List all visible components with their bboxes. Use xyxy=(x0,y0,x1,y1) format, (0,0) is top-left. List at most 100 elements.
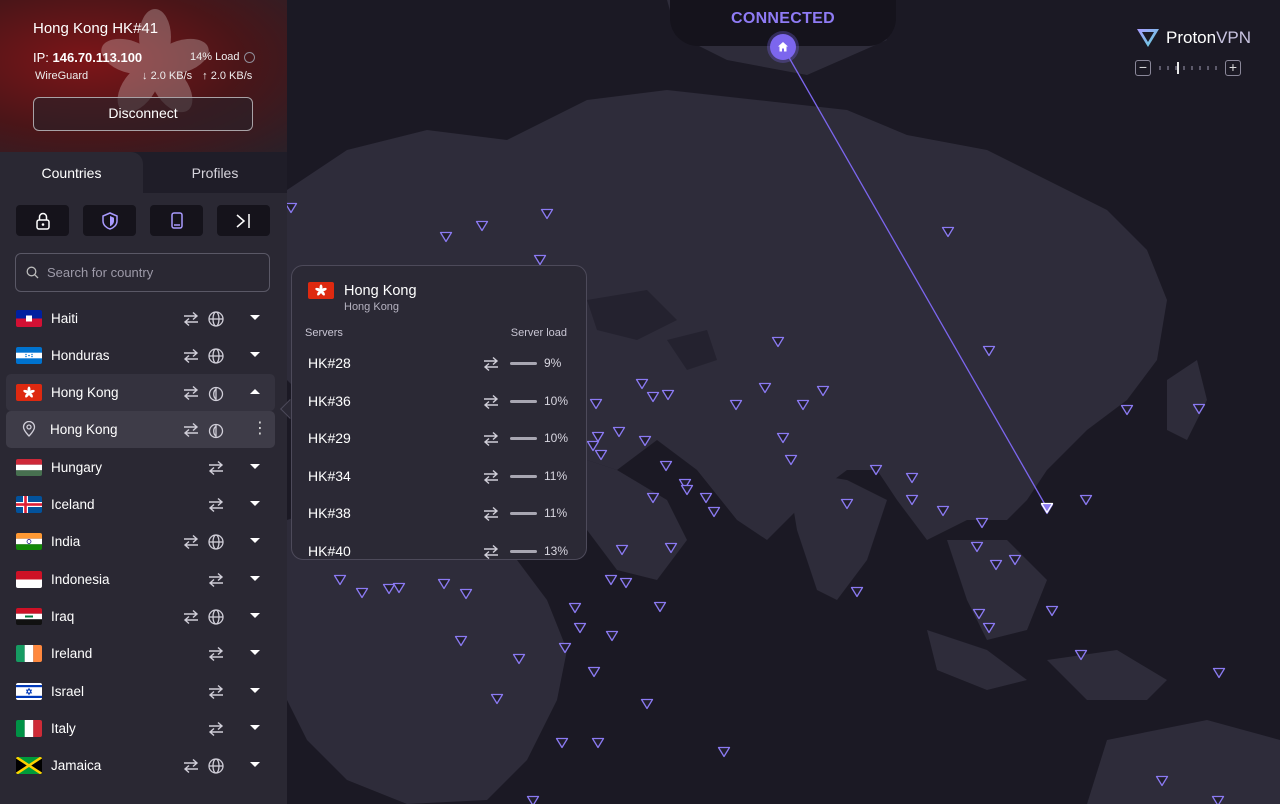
server-row[interactable]: HK#38 11% xyxy=(292,495,586,532)
server-marker[interactable] xyxy=(1074,649,1088,661)
tab-profiles[interactable]: Profiles xyxy=(143,165,287,181)
server-marker[interactable] xyxy=(972,608,986,620)
server-marker[interactable] xyxy=(729,399,743,411)
server-marker[interactable] xyxy=(568,602,582,614)
server-marker[interactable] xyxy=(604,574,618,586)
server-marker[interactable] xyxy=(659,460,673,472)
server-row[interactable]: HK#40 13% xyxy=(292,533,586,560)
chevron-down-icon[interactable] xyxy=(250,501,260,506)
server-marker[interactable] xyxy=(776,432,790,444)
search-input[interactable] xyxy=(47,265,247,280)
server-marker[interactable] xyxy=(1008,554,1022,566)
chevron-down-icon[interactable] xyxy=(250,352,260,357)
server-marker[interactable] xyxy=(573,622,587,634)
server-marker[interactable] xyxy=(540,208,554,220)
server-marker[interactable] xyxy=(555,737,569,749)
server-marker[interactable] xyxy=(589,398,603,410)
connect-switch[interactable] xyxy=(482,543,500,560)
server-marker[interactable] xyxy=(454,635,468,647)
chevron-up-icon[interactable] xyxy=(250,389,260,394)
server-marker[interactable] xyxy=(392,582,406,594)
chevron-down-icon[interactable] xyxy=(250,576,260,581)
server-marker[interactable] xyxy=(982,622,996,634)
zoom-track[interactable] xyxy=(1159,66,1217,70)
server-marker[interactable] xyxy=(638,435,652,447)
server-marker[interactable] xyxy=(512,653,526,665)
zoom-in-button[interactable]: + xyxy=(1225,60,1241,76)
chevron-down-icon[interactable] xyxy=(250,613,260,618)
secure-core-button[interactable] xyxy=(16,205,69,236)
kill-switch-button[interactable] xyxy=(150,205,203,236)
server-marker[interactable] xyxy=(287,202,298,214)
tab-countries[interactable]: Countries xyxy=(0,165,143,181)
country-item-indonesia[interactable]: Indonesia xyxy=(6,561,275,598)
server-marker[interactable] xyxy=(840,498,854,510)
port-forwarding-button[interactable] xyxy=(217,205,270,236)
server-marker[interactable] xyxy=(680,484,694,496)
server-marker[interactable] xyxy=(459,588,473,600)
server-marker[interactable] xyxy=(1155,775,1169,787)
server-marker[interactable] xyxy=(591,737,605,749)
server-marker[interactable] xyxy=(707,506,721,518)
server-marker[interactable] xyxy=(771,336,785,348)
server-marker[interactable] xyxy=(439,231,453,243)
server-row[interactable]: HK#34 11% xyxy=(292,458,586,495)
connect-switch[interactable] xyxy=(182,421,200,439)
server-marker[interactable] xyxy=(619,577,633,589)
server-marker[interactable] xyxy=(975,517,989,529)
connect-switch[interactable] xyxy=(482,393,500,416)
server-marker[interactable] xyxy=(699,492,713,504)
chevron-down-icon[interactable] xyxy=(250,464,260,469)
server-marker[interactable] xyxy=(558,642,572,654)
server-marker[interactable] xyxy=(594,449,608,461)
country-item-haiti[interactable]: Haiti xyxy=(6,300,275,337)
server-marker[interactable] xyxy=(982,345,996,357)
server-marker[interactable] xyxy=(1120,404,1134,416)
country-item-honduras[interactable]: Honduras xyxy=(6,337,275,374)
chevron-down-icon[interactable] xyxy=(250,725,260,730)
server-marker[interactable] xyxy=(490,693,504,705)
home-location-pin[interactable] xyxy=(770,34,796,60)
server-marker[interactable] xyxy=(653,601,667,613)
server-marker[interactable] xyxy=(587,666,601,678)
server-marker[interactable] xyxy=(1192,403,1206,415)
city-item-hong-kong[interactable]: Hong Kong ⋮ xyxy=(6,411,275,448)
connect-switch[interactable] xyxy=(482,505,500,528)
server-marker[interactable] xyxy=(661,389,675,401)
server-marker[interactable] xyxy=(1211,795,1225,804)
connected-server-marker[interactable] xyxy=(1040,502,1054,514)
server-marker[interactable] xyxy=(784,454,798,466)
chevron-down-icon[interactable] xyxy=(250,762,260,767)
server-marker[interactable] xyxy=(615,544,629,556)
server-marker[interactable] xyxy=(646,492,660,504)
server-marker[interactable] xyxy=(970,541,984,553)
server-marker[interactable] xyxy=(717,746,731,758)
disconnect-button[interactable]: Disconnect xyxy=(33,97,253,131)
country-item-hungary[interactable]: Hungary xyxy=(6,449,275,486)
chevron-down-icon[interactable] xyxy=(250,315,260,320)
server-marker[interactable] xyxy=(646,391,660,403)
server-marker[interactable] xyxy=(526,795,540,804)
country-item-iceland[interactable]: Iceland xyxy=(6,486,275,523)
server-marker[interactable] xyxy=(758,382,772,394)
server-marker[interactable] xyxy=(850,586,864,598)
country-item-india[interactable]: India xyxy=(6,523,275,560)
server-marker[interactable] xyxy=(905,472,919,484)
server-marker[interactable] xyxy=(437,578,451,590)
server-marker[interactable] xyxy=(941,226,955,238)
server-marker[interactable] xyxy=(816,385,830,397)
zoom-out-button[interactable]: − xyxy=(1135,60,1151,76)
server-marker[interactable] xyxy=(905,494,919,506)
connect-switch[interactable] xyxy=(482,468,500,491)
server-marker[interactable] xyxy=(1079,494,1093,506)
connect-switch[interactable] xyxy=(482,355,500,378)
chevron-down-icon[interactable] xyxy=(250,538,260,543)
search-box[interactable] xyxy=(15,253,270,292)
server-marker[interactable] xyxy=(869,464,883,476)
chevron-down-icon[interactable] xyxy=(250,688,260,693)
country-item-ireland[interactable]: Ireland xyxy=(6,635,275,672)
server-marker[interactable] xyxy=(612,426,626,438)
server-marker[interactable] xyxy=(640,698,654,710)
country-item-iraq[interactable]: Iraq xyxy=(6,598,275,635)
chevron-down-icon[interactable] xyxy=(250,650,260,655)
